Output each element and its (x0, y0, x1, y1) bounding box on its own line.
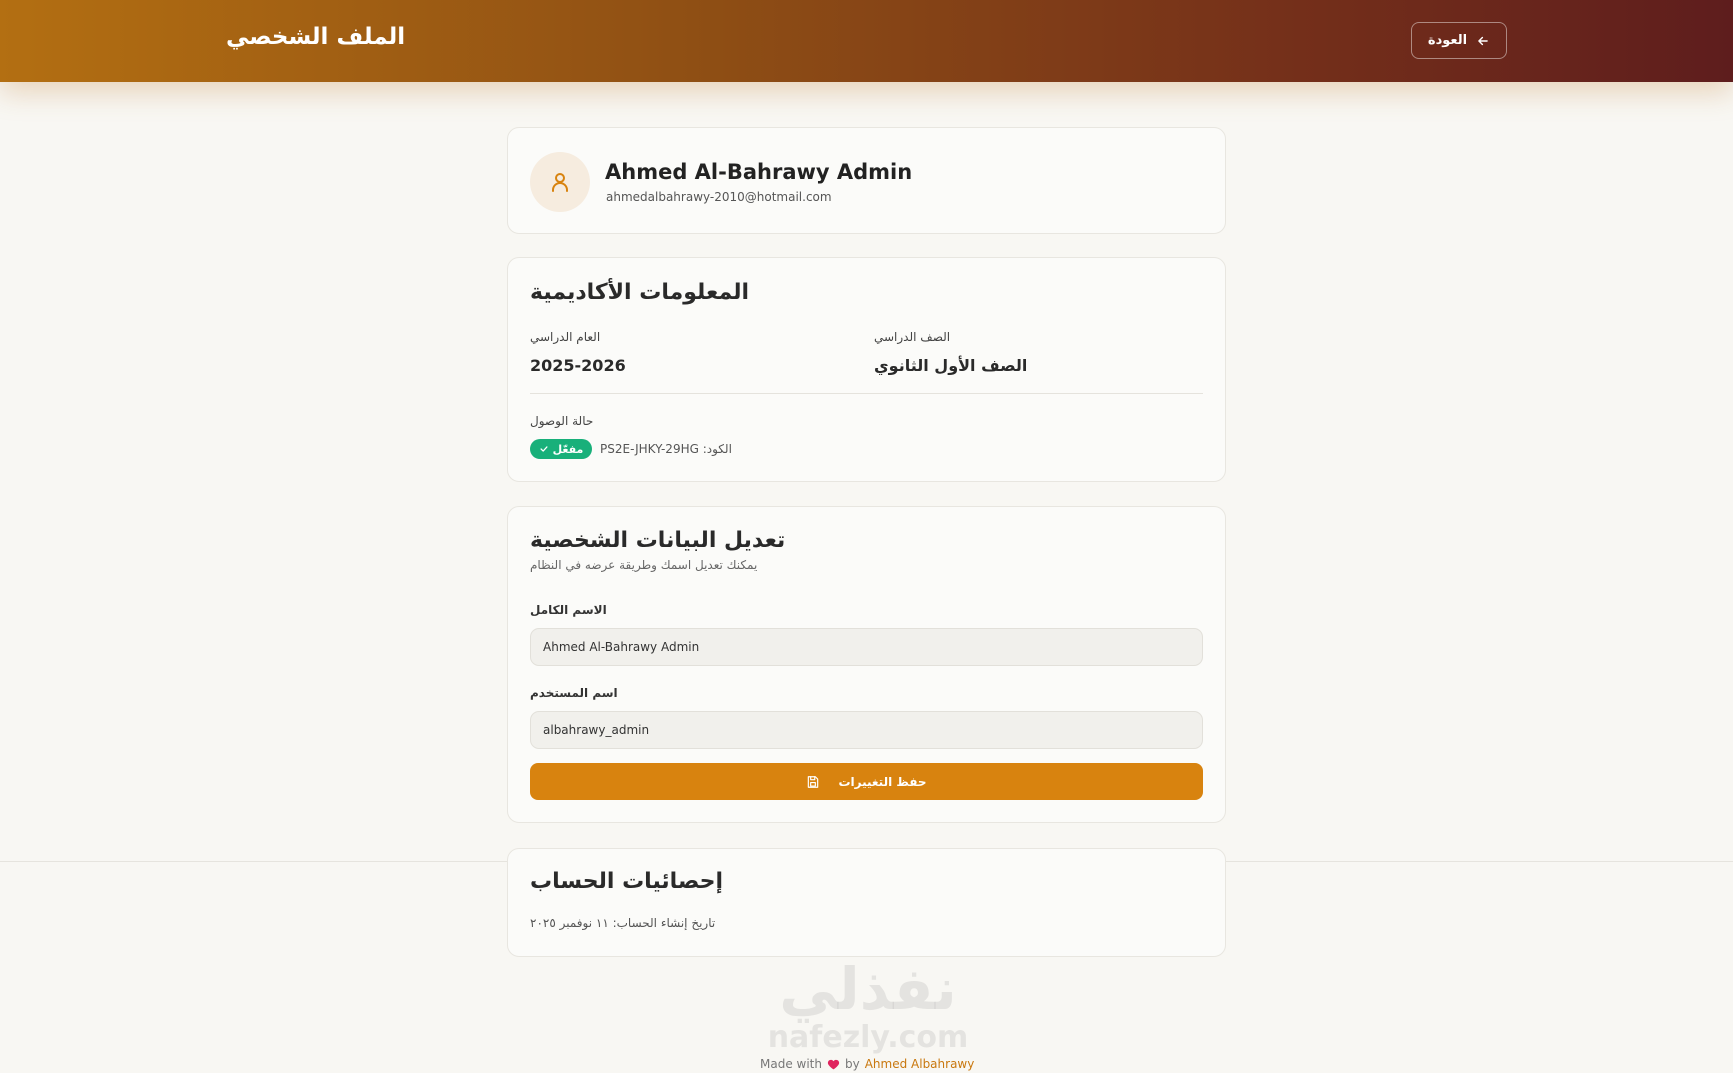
back-button[interactable]: العودة (1411, 22, 1507, 59)
access-code: الكود: PS2E-JHKY-29HG (600, 442, 732, 456)
fullname-label: الاسم الكامل (530, 603, 607, 617)
footer-credit: Made with by Ahmed Albahrawy (760, 1057, 974, 1071)
academic-year-value: 2025-2026 (530, 356, 626, 375)
username-input[interactable] (530, 711, 1203, 749)
profile-card: Ahmed Al-Bahrawy Admin ahmedalbahrawy-20… (507, 127, 1226, 234)
watermark-arabic: نفذلي (779, 955, 957, 1023)
profile-email: ahmedalbahrawy-2010@hotmail.com (606, 190, 832, 204)
status-badge: مفعّل (530, 439, 592, 459)
made-with-text: Made with (760, 1057, 822, 1071)
arrow-left-icon (1478, 36, 1488, 45)
access-status-label: حالة الوصول (530, 414, 594, 428)
user-icon (552, 173, 568, 192)
academic-info-card: المعلومات الأكاديمية العام الدراسي 2025-… (507, 257, 1226, 482)
by-text: by (844, 1057, 860, 1071)
account-stats-card: إحصائيات الحساب تاريخ إنشاء الحساب: ١١ ن… (507, 848, 1226, 957)
watermark-latin: nafezly.com (767, 1020, 969, 1055)
stats-heading: إحصائيات الحساب (530, 869, 724, 894)
page-title: الملف الشخصي (226, 24, 406, 50)
username-label: اسم المستخدم (530, 686, 618, 700)
grade-label: الصف الدراسي (874, 330, 951, 344)
edit-profile-card: تعديل البيانات الشخصية يمكنك تعديل اسمك … (507, 506, 1226, 823)
academic-heading: المعلومات الأكاديمية (530, 280, 749, 305)
save-icon (808, 775, 819, 788)
divider (530, 393, 1203, 394)
avatar (530, 152, 590, 212)
account-created-date: تاريخ إنشاء الحساب: ١١ نوفمبر ٢٠٢٥ (530, 916, 716, 930)
profile-name: Ahmed Al-Bahrawy Admin (605, 160, 913, 184)
author-link[interactable]: Ahmed Albahrawy (865, 1057, 975, 1071)
check-icon (540, 446, 548, 452)
academic-year-label: العام الدراسي (530, 330, 601, 344)
grade-value: الصف الأول الثانوي (874, 356, 1028, 375)
save-button-label: حفظ التغييرات (838, 774, 927, 789)
save-changes-button[interactable]: حفظ التغييرات (530, 763, 1203, 800)
watermark: نفذلي nafezly.com (760, 958, 976, 1058)
fullname-input[interactable] (530, 628, 1203, 666)
edit-heading: تعديل البيانات الشخصية (530, 528, 786, 553)
heart-icon (827, 1059, 840, 1069)
status-badge-label: مفعّل (552, 442, 584, 456)
edit-subtitle: يمكنك تعديل اسمك وطريقة عرضه في النظام (530, 558, 758, 572)
back-button-label: العودة (1427, 33, 1468, 48)
top-bar: الملف الشخصي العودة (0, 0, 1733, 82)
